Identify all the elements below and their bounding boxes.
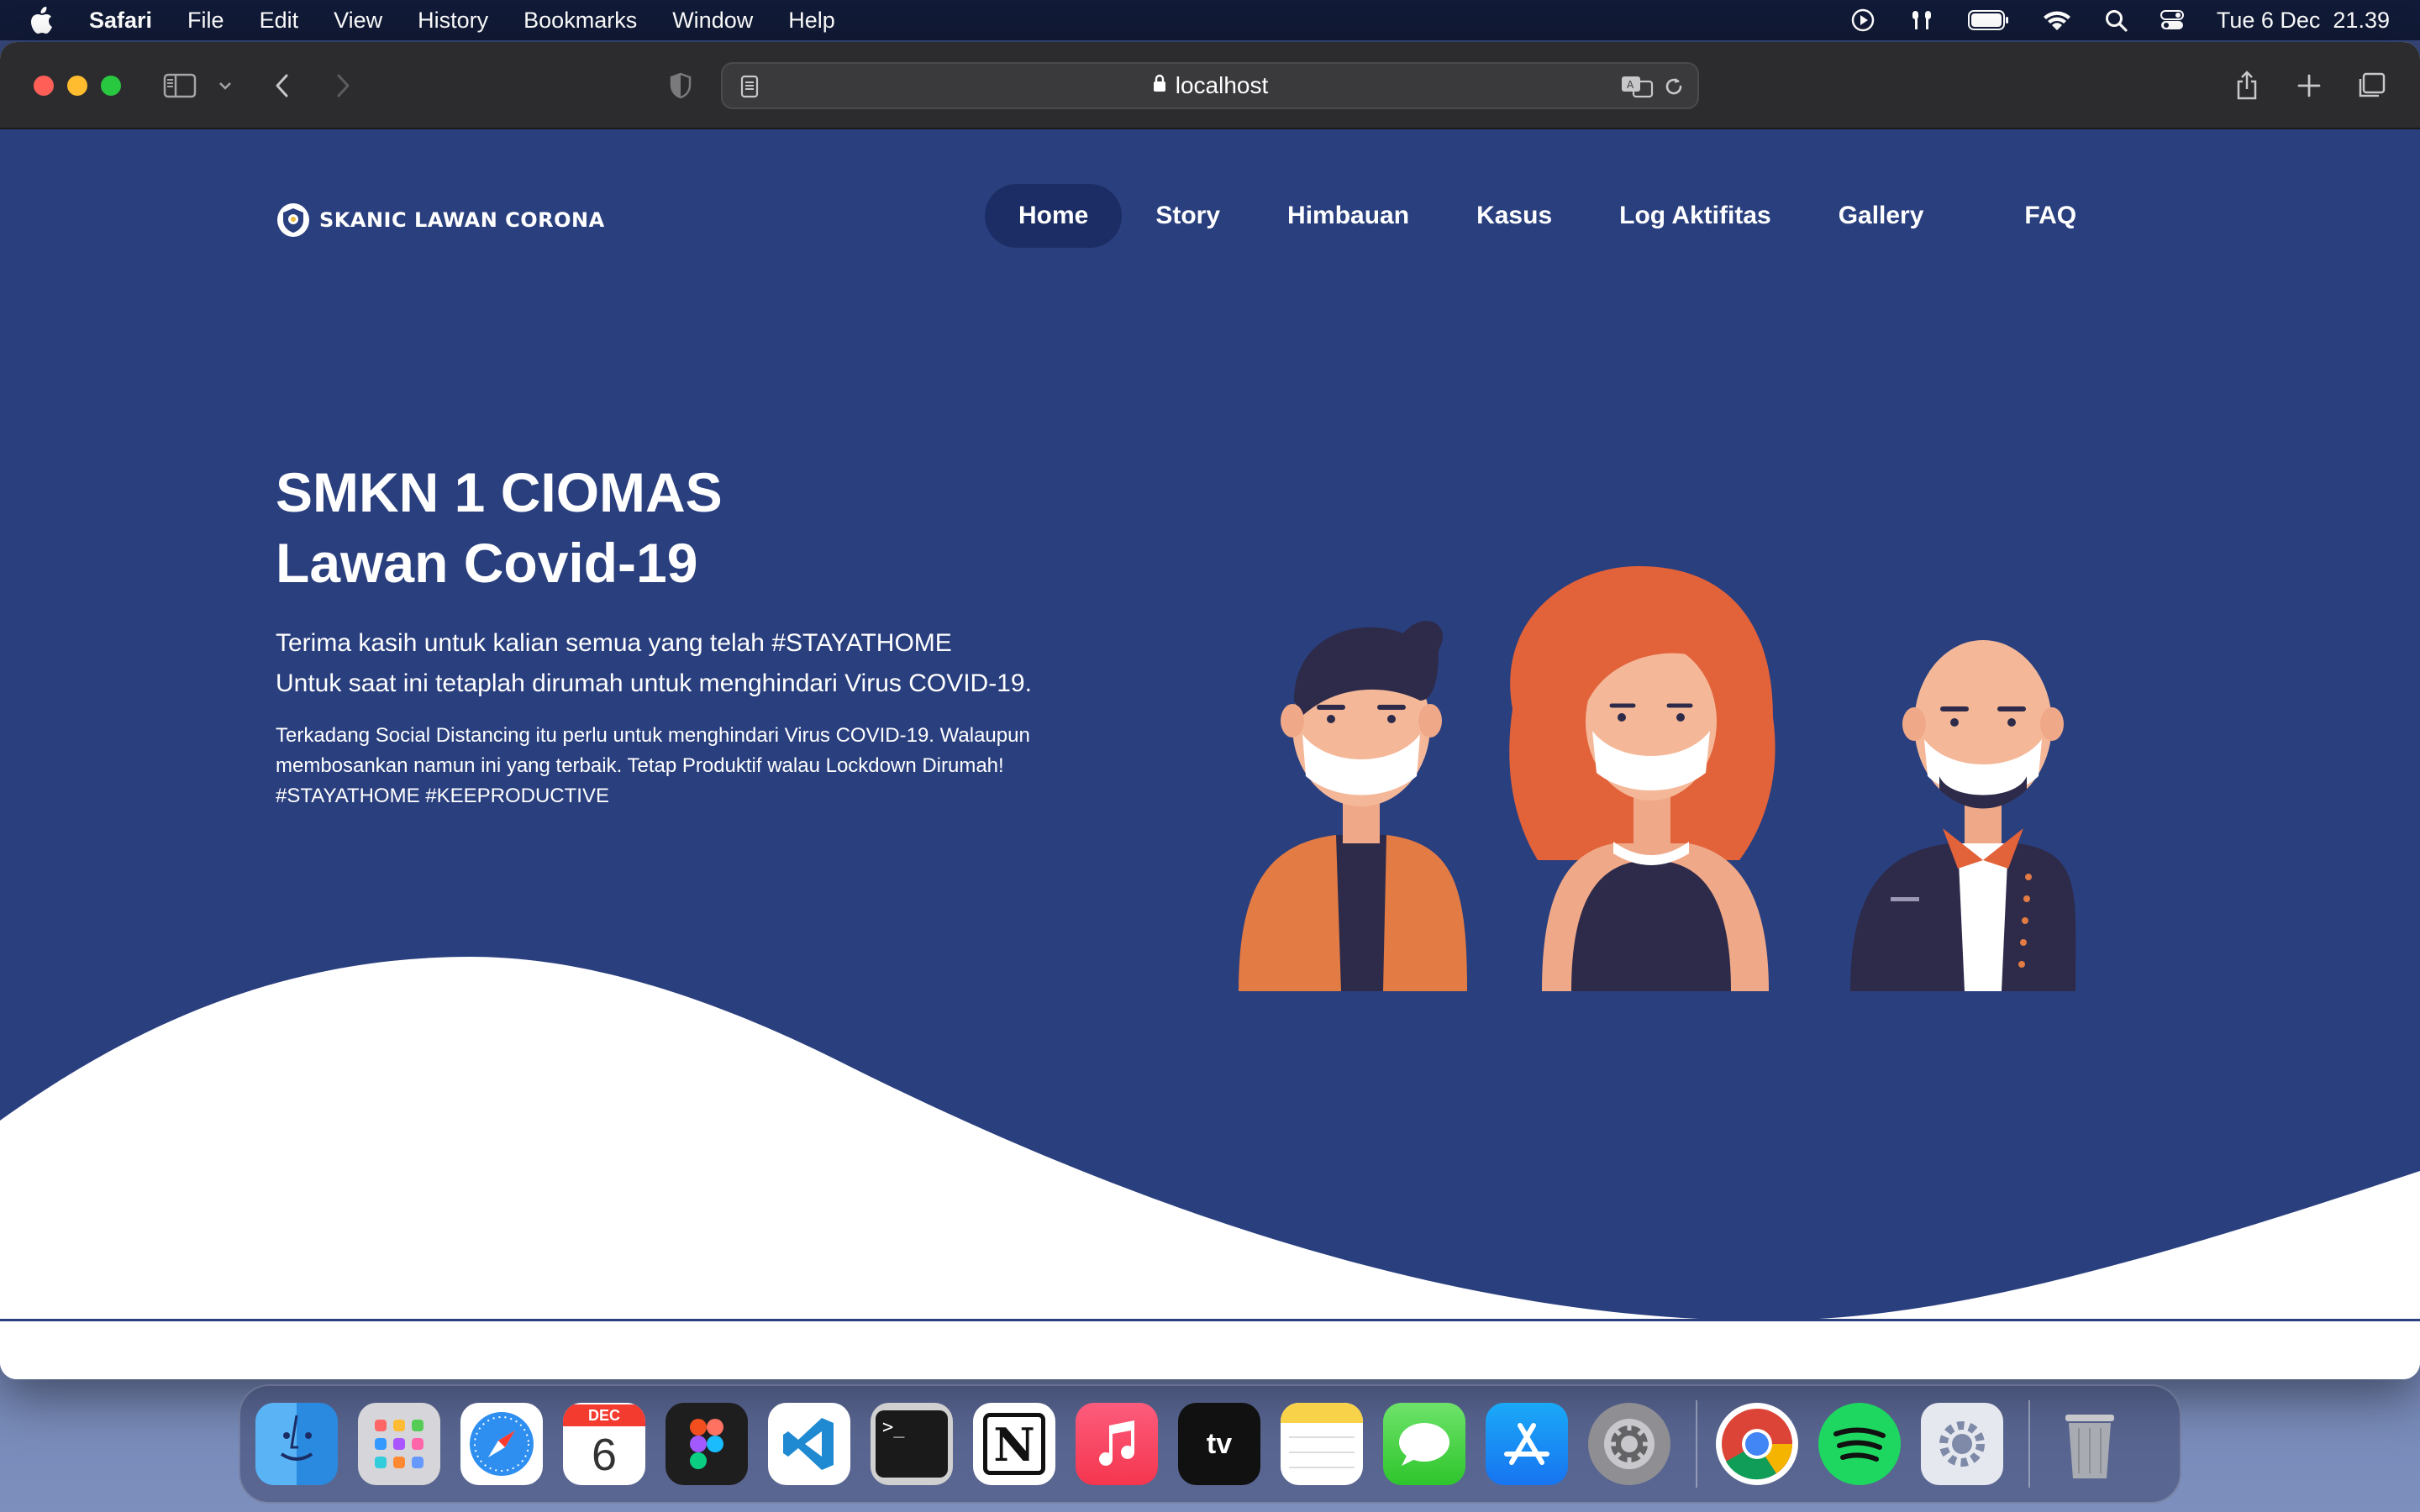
apple-menu-icon[interactable]: [30, 6, 55, 34]
music-icon[interactable]: [1076, 1403, 1158, 1485]
sidebar-icon[interactable]: [161, 67, 198, 104]
clock[interactable]: Tue 6 Dec 21.39: [2217, 8, 2390, 34]
svg-text:A: A: [1627, 79, 1634, 91]
man-with-mask-figure: [1239, 621, 1467, 991]
site-navbar: SKANIC LAWAN CORONA Home Story Himbauan …: [0, 129, 2420, 297]
browser-toolbar: localhost A: [0, 42, 2420, 129]
utility-gear-icon[interactable]: [1921, 1403, 2003, 1485]
bald-man-with-mask-figure: [1850, 640, 2076, 991]
nav-story[interactable]: Story: [1122, 184, 1254, 248]
brand-logo[interactable]: SKANIC LAWAN CORONA: [277, 203, 605, 237]
address-bar[interactable]: localhost A: [721, 62, 1699, 109]
hero-subtitle-line-1: Terima kasih untuk kalian semua yang tel…: [276, 629, 952, 657]
fullscreen-window-button[interactable]: [101, 76, 121, 96]
nav-home[interactable]: Home: [985, 184, 1123, 248]
school-emblem-icon: [277, 203, 309, 237]
nav-himbauan[interactable]: Himbauan: [1254, 184, 1443, 248]
menu-view[interactable]: View: [334, 8, 382, 34]
back-arrow-icon[interactable]: [264, 67, 301, 104]
calendar-month: DEC: [563, 1404, 645, 1426]
notion-icon[interactable]: N: [973, 1403, 1055, 1485]
calendar-day: 6: [591, 1430, 618, 1480]
lock-icon: [1152, 72, 1167, 99]
dock-separator: [1696, 1400, 1697, 1488]
nav-gallery[interactable]: Gallery: [1805, 184, 1991, 248]
nav-links: Home Story Himbauan Kasus Log Aktifitas …: [985, 184, 2110, 248]
launchpad-icon[interactable]: [358, 1403, 440, 1485]
wifi-icon[interactable]: [2042, 8, 2072, 32]
trash-icon[interactable]: [2049, 1403, 2131, 1485]
share-icon[interactable]: [2228, 67, 2265, 104]
menu-window[interactable]: Window: [672, 8, 753, 34]
calendar-icon[interactable]: DEC 6: [563, 1403, 645, 1485]
reader-icon[interactable]: [739, 74, 760, 105]
vscode-icon[interactable]: [768, 1403, 850, 1485]
translate-icon[interactable]: A: [1620, 74, 1654, 105]
nav-log-aktifitas[interactable]: Log Aktifitas: [1586, 184, 1805, 248]
dock-separator-trash: [2028, 1400, 2030, 1488]
reload-icon[interactable]: [1662, 74, 1686, 105]
control-center-icon[interactable]: [2160, 8, 2185, 32]
hero-subtitle: Terima kasih untuk kalian semua yang tel…: [276, 623, 1032, 704]
shield-icon[interactable]: [662, 67, 699, 104]
menu-edit[interactable]: Edit: [260, 8, 299, 34]
finder-icon[interactable]: [255, 1403, 338, 1485]
woman-with-mask-figure: [1509, 566, 1776, 991]
play-circle-icon[interactable]: [1850, 8, 1876, 33]
spotlight-search-icon[interactable]: [2104, 8, 2128, 32]
spotify-icon[interactable]: [1818, 1403, 1901, 1485]
web-page: SKANIC LAWAN CORONA Home Story Himbauan …: [0, 129, 2420, 1379]
safari-window: localhost A SKANIC LAWAN CORONA Home Sto…: [0, 42, 2420, 1379]
tab-overview-icon[interactable]: [2353, 67, 2390, 104]
close-window-button[interactable]: [34, 76, 54, 96]
hero-subtitle-line-2: Untuk saat ini tetaplah dirumah untuk me…: [276, 669, 1032, 697]
forward-arrow-icon: [324, 67, 361, 104]
new-tab-icon[interactable]: [2291, 67, 2328, 104]
menu-bookmarks[interactable]: Bookmarks: [523, 8, 637, 34]
notes-icon[interactable]: [1281, 1403, 1363, 1485]
chevron-down-icon[interactable]: [207, 67, 244, 104]
system-preferences-icon[interactable]: [1588, 1403, 1670, 1485]
hero-title: SMKN 1 CIOMAS Lawan Covid-19: [276, 461, 723, 594]
airpods-icon[interactable]: [1907, 8, 1936, 33]
messages-icon[interactable]: [1383, 1403, 1465, 1485]
brand-name: SKANIC LAWAN CORONA: [319, 208, 605, 232]
menu-history[interactable]: History: [418, 8, 488, 34]
menu-bar: Safari File Edit View History Bookmarks …: [0, 0, 2420, 40]
url-text[interactable]: localhost: [1176, 72, 1269, 99]
safari-icon[interactable]: [460, 1403, 543, 1485]
masked-people-illustration: [1239, 566, 2076, 991]
nav-faq[interactable]: FAQ: [1991, 184, 2110, 248]
hero-section: SKANIC LAWAN CORONA Home Story Himbauan …: [0, 129, 2420, 1322]
nav-kasus[interactable]: Kasus: [1443, 184, 1586, 248]
terminal-icon[interactable]: >_: [871, 1403, 953, 1485]
menu-file[interactable]: File: [187, 8, 224, 34]
battery-icon[interactable]: [1967, 9, 2010, 31]
dock: DEC 6 >_ N tv: [239, 1384, 2181, 1504]
hero-body-text: Terkadang Social Distancing itu perlu un…: [276, 724, 1030, 807]
minimize-window-button[interactable]: [67, 76, 87, 96]
menu-help[interactable]: Help: [788, 8, 835, 34]
figma-icon[interactable]: [666, 1403, 748, 1485]
chrome-icon[interactable]: [1716, 1403, 1798, 1485]
menu-app-name[interactable]: Safari: [89, 8, 152, 34]
app-store-icon[interactable]: [1486, 1403, 1568, 1485]
apple-tv-icon[interactable]: tv: [1178, 1403, 1260, 1485]
